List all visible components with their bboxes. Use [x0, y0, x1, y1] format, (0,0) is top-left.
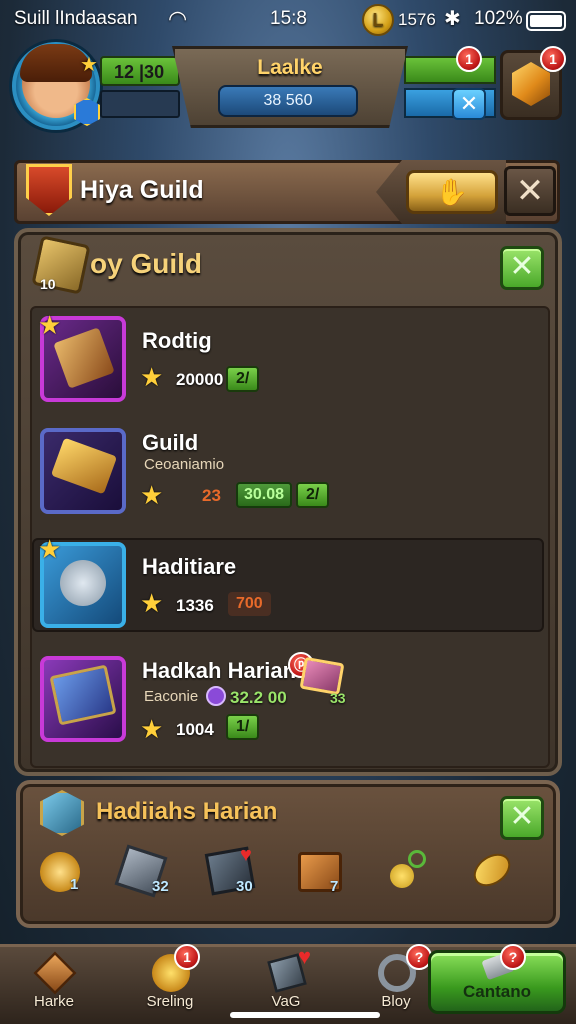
star-icon: ★ — [140, 588, 164, 618]
row-green-value: 32.2 00 — [230, 688, 287, 707]
potion-icon — [390, 864, 414, 888]
panel-title: oy Guild — [90, 248, 202, 279]
nav-badge: 1 — [174, 944, 200, 970]
coin-icon: L — [362, 4, 394, 36]
row-orange-value: 23 — [202, 486, 221, 505]
carrier-label: Suill lIndaasan — [14, 8, 138, 29]
row-cost-pill: 700 — [228, 592, 271, 616]
row-extra-value: 33 — [330, 690, 346, 706]
list-item[interactable]: Guild Ceoaniamio ★ 23 30.08 2/ — [32, 420, 544, 536]
clock: 15:8 — [270, 8, 307, 29]
heart-icon: ♥ — [298, 944, 312, 969]
battery-icon — [526, 11, 566, 31]
nav-item-harke[interactable]: Harke — [4, 948, 104, 1020]
daily-title: Hadiiahs Harian — [96, 798, 278, 825]
row-title: Hadkah Harian — [142, 658, 297, 683]
panel-close-button[interactable]: ✕ — [500, 246, 544, 290]
status-bar: Suill lIndaasan ◠ 15:8 L 1576 ✱ 102% — [0, 0, 576, 40]
armor-icon — [60, 560, 106, 606]
star-icon: ★ — [140, 480, 164, 510]
row-subtitle: Eaconie — [144, 688, 199, 705]
row-title: Haditiare — [142, 554, 237, 579]
play-badge: ? — [500, 944, 526, 970]
row-title: Guild — [142, 430, 199, 455]
reward-count: 7 — [330, 878, 339, 895]
reward-medal[interactable]: 1 — [33, 845, 90, 900]
star-icon: ★ — [140, 362, 164, 392]
row-subtitle: Ceoaniamio — [144, 456, 225, 473]
nav-label: Sreling — [146, 993, 194, 1010]
row-progress-pill: 2/ — [296, 482, 330, 508]
wifi-icon: ◠ — [168, 6, 188, 31]
reward-count: 1 — [70, 876, 79, 893]
row-progress-pill: 2/ — [226, 366, 260, 392]
battery-percent: 102% — [474, 8, 523, 29]
close-icon[interactable]: ✕ — [452, 88, 486, 120]
notification-badge: 1 — [456, 46, 482, 72]
close-button[interactable]: ✕ — [504, 166, 556, 216]
row-title: Rodtig — [142, 328, 212, 353]
reward-gold-coin[interactable] — [467, 846, 522, 900]
row-value: 1004 — [176, 720, 214, 739]
home-indicator[interactable] — [230, 1012, 380, 1018]
star-icon: ★ — [80, 54, 98, 76]
level-bar: 12 |30 — [100, 56, 180, 86]
hud-title: Laalke — [257, 56, 323, 79]
energy-bar — [404, 56, 496, 84]
nav-label: VaG — [271, 993, 301, 1010]
crate-icon — [33, 951, 77, 995]
gem-badge: 1 — [540, 46, 566, 72]
list-item[interactable]: ★ Rodtig ★ 20000 2/ — [32, 310, 544, 426]
nav-label: Harke — [33, 993, 74, 1010]
reward-count: 32 — [152, 878, 169, 895]
reward-chest[interactable]: 7 — [296, 846, 350, 900]
row-value: 1336 — [176, 596, 214, 615]
xp-bar — [100, 90, 180, 118]
row-progress-pill: 1/ — [226, 714, 260, 740]
hud-value-field: 38 560 — [218, 85, 358, 117]
daily-close-button[interactable]: ✕ — [500, 796, 544, 840]
reward-dark-crate[interactable]: ♥ 30 — [204, 844, 260, 900]
panel-icon-number: 10 — [40, 276, 56, 292]
row-green-value: 30.08 — [236, 482, 293, 508]
row-value: 20000 — [176, 370, 224, 389]
coin-count: 1576 — [398, 10, 436, 29]
list-item-selected[interactable]: ★ Haditiare ★ 1336 700 — [32, 534, 544, 632]
star-icon: ★ — [38, 534, 62, 564]
guild-action-button[interactable]: ✋ — [406, 170, 498, 214]
play-label: Cantano — [463, 982, 531, 1001]
reward-potion[interactable] — [384, 846, 438, 900]
gold-coin-icon — [467, 847, 517, 893]
star-icon: ★ — [140, 714, 164, 744]
bluetooth-icon: ✱ — [444, 8, 461, 30]
star-icon: ★ — [38, 310, 62, 340]
gem-icon — [206, 686, 226, 706]
heart-icon: ♥ — [240, 844, 252, 866]
reward-iron-crate[interactable]: 32 — [114, 844, 172, 900]
reward-count: 30 — [236, 878, 253, 895]
nav-item-sreling[interactable]: 1 Sreling — [120, 944, 220, 1020]
medal-icon — [33, 845, 87, 899]
guild-title: Hiya Guild — [80, 176, 204, 204]
list-item[interactable]: Hadkah Harian ⓟ Eaconie 32.2 00 33 ★ 100… — [32, 646, 544, 762]
nav-item-vag[interactable]: ♥ VaG — [236, 944, 336, 1020]
ring-icon — [408, 850, 426, 868]
